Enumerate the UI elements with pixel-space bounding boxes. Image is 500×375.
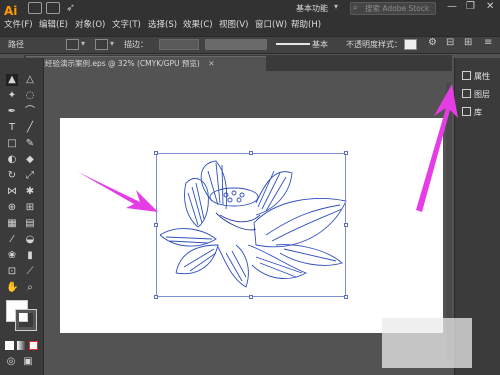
arrow-left-annotation [78,172,158,212]
arrow-right-annotation [416,84,458,212]
watermark [382,318,472,368]
